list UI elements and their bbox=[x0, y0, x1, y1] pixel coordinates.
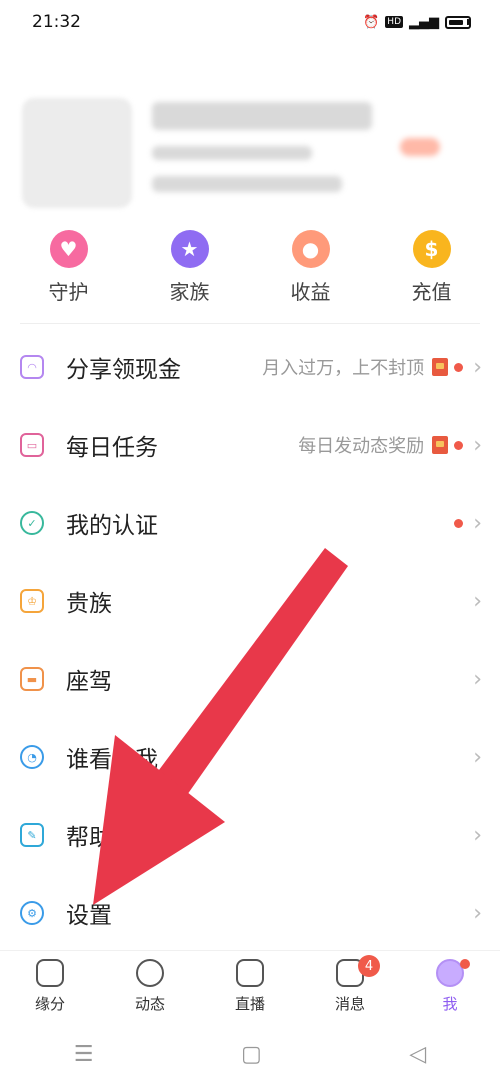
tab-fate[interactable]: 缘分 bbox=[10, 959, 90, 1024]
gear-icon: ⚙ bbox=[20, 901, 44, 925]
bag-icon: ◠ bbox=[20, 355, 44, 379]
crown-icon: ♔ bbox=[20, 589, 44, 613]
profile-header[interactable] bbox=[20, 90, 480, 220]
notification-dot bbox=[454, 440, 464, 450]
menu-item-label: 帮助与反馈 bbox=[66, 825, 181, 851]
menu-item-label: 分享领现金 bbox=[66, 357, 181, 383]
chevron-right-icon: › bbox=[473, 354, 482, 380]
status-bar: 21:32 ⏰ HD ▂▄▆ bbox=[0, 0, 500, 44]
chevron-right-icon: › bbox=[473, 822, 482, 848]
piggy-bank-icon: ● bbox=[291, 230, 330, 268]
visitor-icon: ◔ bbox=[20, 745, 44, 769]
menu-item-label: 座驾 bbox=[66, 669, 112, 695]
menu-item-label: 我的认证 bbox=[66, 513, 158, 539]
menu-item-help-feedback[interactable]: ✎ 帮助与反馈 › bbox=[0, 796, 500, 874]
car-icon: ▬ bbox=[20, 667, 44, 691]
status-icons: ⏰ HD ▂▄▆ bbox=[363, 14, 471, 30]
menu-item-desc: 月入过万，上不封顶 bbox=[262, 358, 425, 379]
notification-dot bbox=[454, 518, 464, 528]
menu-item-visitors[interactable]: ◔ 谁看过我 › bbox=[0, 718, 500, 796]
compass-icon bbox=[136, 959, 164, 987]
bottom-nav: 缘分 动态 直播 4 消息 我 bbox=[0, 950, 500, 1024]
video-camera-icon bbox=[236, 959, 264, 987]
hd-icon: HD bbox=[385, 16, 403, 28]
signal-icon: ▂▄▆ bbox=[409, 14, 439, 30]
status-time: 21:32 bbox=[32, 12, 81, 32]
tab-label: 直播 bbox=[234, 995, 265, 1013]
home-icon[interactable]: ▢ bbox=[241, 1042, 262, 1067]
quick-item-recharge[interactable]: $ 充值 bbox=[387, 230, 477, 310]
avatar[interactable] bbox=[22, 98, 132, 208]
coin-icon: $ bbox=[412, 230, 451, 268]
quick-actions: ♥ 守护 ★ 家族 ● 收益 $ 充值 bbox=[0, 230, 500, 310]
tab-live[interactable]: 直播 bbox=[210, 959, 290, 1024]
feedback-icon: ✎ bbox=[20, 823, 44, 847]
verified-icon: ✓ bbox=[20, 511, 44, 535]
menu-item-settings[interactable]: ⚙ 设置 › bbox=[0, 874, 500, 952]
system-nav-bar: ☰ ▢ ◁ bbox=[0, 1024, 500, 1084]
quick-item-label: 收益 bbox=[290, 280, 331, 304]
divider bbox=[20, 323, 480, 324]
message-count-badge: 4 bbox=[358, 955, 380, 977]
menu-list: ◠ 分享领现金 月入过万，上不封顶 › ▭ 每日任务 每日发动态奖励 › ✓ 我… bbox=[0, 328, 500, 952]
alarm-icon: ⏰ bbox=[363, 14, 380, 30]
profile-name-blurred bbox=[152, 102, 372, 130]
menu-item-desc: 每日发动态奖励 bbox=[298, 436, 425, 457]
red-packet-icon bbox=[432, 358, 449, 376]
battery-icon bbox=[445, 15, 471, 29]
menu-item-label: 贵族 bbox=[66, 591, 112, 617]
quick-item-label: 家族 bbox=[169, 280, 210, 304]
menu-item-verification[interactable]: ✓ 我的认证 › bbox=[0, 484, 500, 562]
chevron-right-icon: › bbox=[473, 900, 482, 926]
tab-me[interactable]: 我 bbox=[410, 959, 490, 1024]
menu-item-label: 谁看过我 bbox=[66, 747, 158, 773]
notification-dot bbox=[454, 362, 464, 372]
menu-item-nobility[interactable]: ♔ 贵族 › bbox=[0, 562, 500, 640]
quick-item-label: 充值 bbox=[411, 280, 452, 304]
tab-label: 我 bbox=[442, 995, 458, 1013]
quick-item-guard[interactable]: ♥ 守护 bbox=[24, 230, 114, 310]
tab-label: 缘分 bbox=[34, 995, 65, 1013]
chevron-right-icon: › bbox=[473, 666, 482, 692]
tab-moments[interactable]: 动态 bbox=[110, 959, 190, 1024]
profile-id-blurred bbox=[152, 146, 312, 160]
quick-item-label: 守护 bbox=[48, 280, 89, 304]
menu-icon[interactable]: ☰ bbox=[74, 1042, 94, 1067]
profile-stats-blurred bbox=[152, 176, 342, 192]
quick-item-earnings[interactable]: ● 收益 bbox=[266, 230, 356, 310]
profile-badge-blurred bbox=[400, 138, 440, 156]
back-icon[interactable]: ◁ bbox=[409, 1042, 426, 1067]
crown-heart-icon: ♥ bbox=[49, 230, 88, 268]
tab-label: 动态 bbox=[134, 995, 165, 1013]
task-calendar-icon: ▭ bbox=[20, 433, 44, 457]
tab-messages[interactable]: 4 消息 bbox=[310, 955, 390, 1024]
menu-item-daily-task[interactable]: ▭ 每日任务 每日发动态奖励 › bbox=[0, 406, 500, 484]
chevron-right-icon: › bbox=[473, 588, 482, 614]
menu-item-vehicle[interactable]: ▬ 座驾 › bbox=[0, 640, 500, 718]
menu-item-share-cash[interactable]: ◠ 分享领现金 月入过万，上不封顶 › bbox=[0, 328, 500, 406]
shield-star-icon: ★ bbox=[170, 230, 209, 268]
chevron-right-icon: › bbox=[473, 510, 482, 536]
fate-icon bbox=[36, 959, 64, 987]
menu-item-label: 每日任务 bbox=[66, 435, 158, 461]
notification-dot bbox=[460, 959, 470, 969]
menu-item-label: 设置 bbox=[66, 903, 112, 929]
chevron-right-icon: › bbox=[473, 432, 482, 458]
chevron-right-icon: › bbox=[473, 744, 482, 770]
tab-label: 消息 bbox=[334, 995, 365, 1013]
red-packet-icon bbox=[432, 436, 449, 454]
quick-item-family[interactable]: ★ 家族 bbox=[145, 230, 235, 310]
